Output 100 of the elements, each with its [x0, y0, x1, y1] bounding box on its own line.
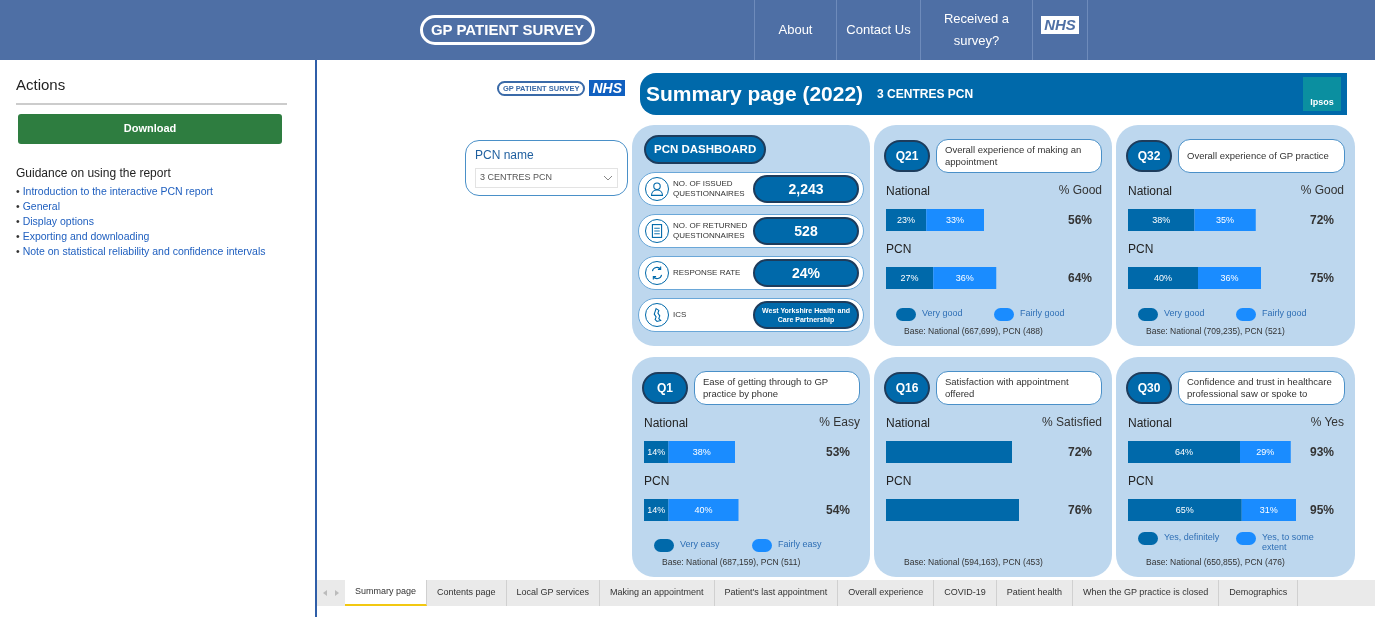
data-label: 64% — [1175, 446, 1193, 457]
question-code: Q16 — [884, 371, 930, 404]
bullet: • — [16, 213, 20, 229]
data-label: 36% — [955, 273, 974, 283]
actions-title: Actions — [16, 75, 67, 95]
stat-label: NO. OF RETURNED QUESTIONNAIRES — [673, 221, 749, 242]
legend-label: Very good — [922, 307, 964, 318]
legend-label: Fairly easy — [778, 539, 823, 550]
legend-swatch — [896, 307, 916, 321]
legend-swatch — [752, 539, 772, 553]
pcn-title: 3 CENTRES PCN — [877, 86, 975, 103]
stat-value: 2,243 — [753, 175, 859, 204]
legend-swatch — [654, 539, 674, 553]
page-tab[interactable]: Summary page — [345, 580, 428, 606]
stat-label: RESPONSE RATE — [673, 268, 742, 279]
map-icon — [645, 303, 669, 328]
bar — [1128, 267, 1198, 289]
guidance-link[interactable]: Display options — [22, 213, 94, 229]
category-label: PCN — [1128, 242, 1154, 256]
person-icon — [645, 177, 669, 202]
base-note: Base: National (650,855), PCN (476) — [1145, 556, 1286, 569]
data-label: 65% — [1175, 504, 1194, 515]
nhs-logo[interactable]: NHS — [1041, 16, 1079, 34]
metric-label: % Good — [1058, 183, 1102, 197]
data-label: 38% — [1152, 215, 1171, 225]
chevron-icon — [603, 175, 613, 181]
scroll-left-icon[interactable] — [323, 590, 327, 596]
question-text: Confidence and trust in healthcare professional saw or spoke to — [1178, 370, 1345, 405]
data-label: 23% — [897, 215, 916, 225]
category-label: National — [886, 184, 931, 198]
question-code: Q30 — [1126, 371, 1172, 404]
base-note: Base: National (667,699), PCN (488) — [903, 324, 1044, 338]
bullet: • — [16, 228, 20, 244]
data-label: 40% — [694, 504, 713, 515]
nav-link[interactable]: About — [754, 0, 836, 60]
site-logo[interactable]: GP PATIENT SURVEY — [419, 14, 595, 46]
metric-label: % Good — [1300, 183, 1344, 197]
data-label: 38% — [692, 446, 711, 457]
stat-value: 528 — [753, 217, 859, 246]
category-label: National — [644, 415, 689, 430]
total-value: 75% — [1309, 271, 1334, 285]
guidance-link[interactable]: Note on statistical reliability and confidence intervals — [22, 243, 266, 259]
legend-swatch — [1236, 532, 1256, 546]
guidance-link[interactable]: General — [22, 198, 61, 214]
nav-link[interactable]: Contact Us — [836, 0, 920, 60]
category-label: PCN — [886, 242, 912, 256]
nav-link[interactable]: Received a survey? — [920, 0, 1032, 60]
total-value: 64% — [1067, 271, 1092, 285]
category-label: National — [886, 415, 931, 430]
legend-swatch — [1138, 307, 1158, 321]
total-value: 93% — [1309, 444, 1334, 459]
base-note: Base: National (709,235), PCN (521) — [1145, 324, 1286, 338]
data-label: 29% — [1256, 446, 1275, 457]
metric-label: % Easy — [819, 414, 860, 429]
question-text: Satisfaction with appointment offered — [936, 370, 1102, 405]
legend-swatch — [1138, 532, 1158, 546]
category-label: PCN — [1128, 473, 1154, 488]
question-text: Ease of getting through to GP practice by phone — [694, 370, 860, 405]
metric-label: % Yes — [1310, 414, 1344, 429]
bar — [933, 267, 997, 289]
legend-label: Very easy — [680, 539, 721, 550]
question-text: Overall experience of GP practice — [1178, 139, 1345, 173]
scroll-right-icon[interactable] — [335, 590, 339, 596]
question-code: Q1 — [642, 371, 688, 404]
data-label: 27% — [900, 273, 919, 283]
pcn-dropdown[interactable]: 3 CENTRES PCN — [475, 168, 618, 188]
question-code: Q32 — [1126, 140, 1172, 172]
legend-label: Fairly good — [1262, 307, 1308, 318]
data-label: 36% — [1220, 273, 1239, 283]
data-label: 31% — [1259, 504, 1278, 515]
total-value: 72% — [1309, 213, 1334, 227]
bullet: • — [16, 243, 20, 259]
total-value: 54% — [825, 502, 850, 517]
guidance-link[interactable]: Introduction to the interactive PCN report — [22, 183, 213, 199]
data-label: 14% — [647, 446, 666, 457]
refresh-icon — [645, 261, 669, 286]
base-note: Base: National (594,163), PCN (453) — [903, 556, 1044, 569]
bar — [1198, 267, 1261, 289]
question-text: Overall experience of making an appointment — [936, 139, 1102, 173]
data-label: 33% — [946, 215, 965, 225]
legend-label: Very good — [1164, 307, 1206, 318]
stat-label: ICS — [673, 310, 688, 321]
legend-swatch — [1236, 307, 1256, 321]
ipsos-logo: Ipsos — [1303, 77, 1341, 111]
document-icon — [645, 219, 669, 244]
metric-label: % Satisfied — [1041, 414, 1102, 429]
data-label: 14% — [647, 504, 666, 515]
stat-label: NO. OF ISSUED QUESTIONNAIRES — [673, 179, 746, 200]
question-code: Q21 — [884, 140, 930, 172]
bullet: • — [16, 183, 20, 199]
category-label: National — [1128, 415, 1173, 430]
bullet: • — [16, 198, 20, 214]
nhs-logo: NHS — [589, 80, 625, 96]
guidance-link[interactable]: Exporting and downloading — [22, 228, 150, 244]
total-value: 95% — [1309, 502, 1334, 517]
download-button[interactable]: Download — [18, 113, 282, 144]
total-value: 53% — [825, 444, 850, 459]
bar — [886, 267, 934, 289]
legend-label: Yes, definitely — [1164, 532, 1221, 543]
category-label: National — [1128, 184, 1173, 198]
